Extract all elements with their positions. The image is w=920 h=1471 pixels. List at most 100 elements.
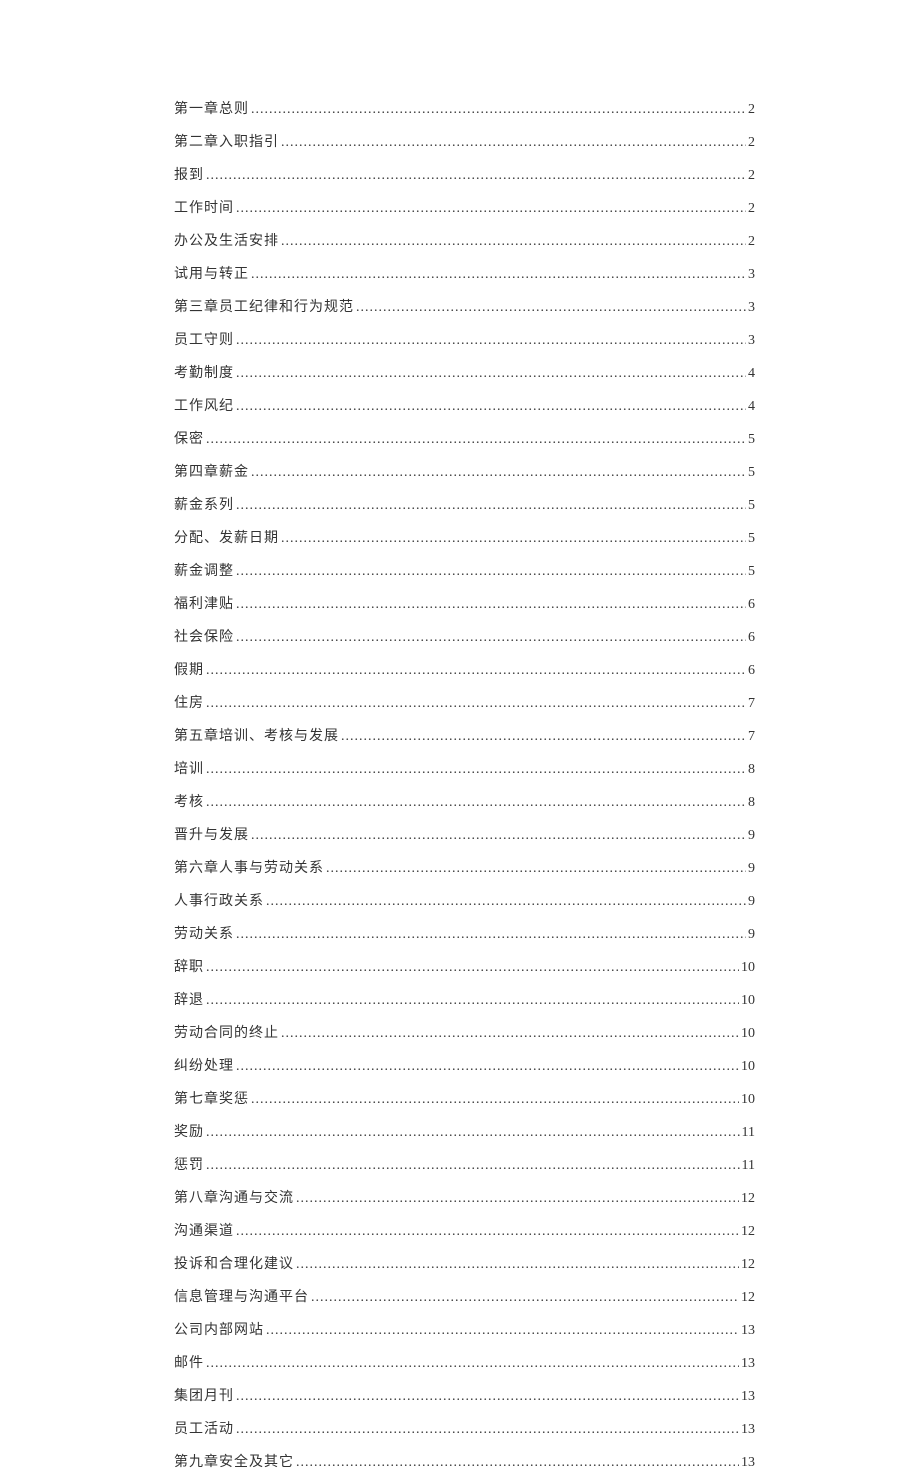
toc-entry-page: 6 <box>748 663 755 679</box>
toc-entry-page: 9 <box>748 894 755 910</box>
toc-entry-title: 工作时间 <box>174 197 234 217</box>
toc-entry: 工作风纪4 <box>174 395 755 415</box>
toc-entry: 培训8 <box>174 758 755 778</box>
toc-dot-leader <box>236 1389 739 1405</box>
toc-entry: 邮件13 <box>174 1352 755 1372</box>
toc-dot-leader <box>281 1026 739 1042</box>
toc-entry: 办公及生活安排2 <box>174 230 755 250</box>
toc-dot-leader <box>341 729 746 745</box>
toc-dot-leader <box>206 1356 739 1372</box>
toc-entry-title: 住房 <box>174 692 204 712</box>
toc-dot-leader <box>296 1455 739 1471</box>
toc-dot-leader <box>206 696 746 712</box>
toc-dot-leader <box>251 465 746 481</box>
toc-dot-leader <box>311 1290 739 1306</box>
toc-entry-page: 13 <box>741 1356 755 1372</box>
toc-dot-leader <box>236 1224 739 1240</box>
toc-entry-page: 10 <box>741 1092 755 1108</box>
toc-entry-title: 试用与转正 <box>174 263 249 283</box>
toc-entry-page: 5 <box>748 498 755 514</box>
toc-dot-leader <box>236 597 746 613</box>
toc-entry: 人事行政关系9 <box>174 890 755 910</box>
toc-entry: 辞职 10 <box>174 956 755 976</box>
toc-entry-title: 辞职 <box>174 956 204 976</box>
toc-entry: 第二章入职指引2 <box>174 131 755 151</box>
toc-entry-title: 辞退 <box>174 989 204 1009</box>
toc-entry-page: 13 <box>741 1389 755 1405</box>
toc-entry-title: 考勤制度 <box>174 362 234 382</box>
toc-entry-title: 信息管理与沟通平台 <box>174 1286 309 1306</box>
toc-entry-page: 12 <box>741 1257 755 1273</box>
toc-entry-page: 13 <box>741 1455 755 1471</box>
toc-entry-title: 办公及生活安排 <box>174 230 279 250</box>
toc-entry-page: 10 <box>741 960 755 976</box>
toc-dot-leader <box>296 1191 739 1207</box>
toc-entry: 住房7 <box>174 692 755 712</box>
toc-entry: 沟通渠道12 <box>174 1220 755 1240</box>
toc-entry: 假期6 <box>174 659 755 679</box>
toc-entry-title: 第八章沟通与交流 <box>174 1187 294 1207</box>
toc-dot-leader <box>281 234 746 250</box>
toc-entry: 第七章奖惩 10 <box>174 1088 755 1108</box>
toc-dot-leader <box>251 267 746 283</box>
toc-dot-leader <box>236 333 746 349</box>
toc-entry: 第一章总则 2 <box>174 98 755 118</box>
toc-entry-title: 第四章薪金 <box>174 461 249 481</box>
toc-entry: 投诉和合理化建议 12 <box>174 1253 755 1273</box>
toc-entry-page: 11 <box>742 1158 755 1174</box>
toc-entry: 信息管理与沟通平台12 <box>174 1286 755 1306</box>
toc-entry: 劳动合同的终止 10 <box>174 1022 755 1042</box>
toc-entry: 薪金系列5 <box>174 494 755 514</box>
toc-entry: 薪金调整5 <box>174 560 755 580</box>
toc-entry: 福利津贴6 <box>174 593 755 613</box>
toc-dot-leader <box>296 1257 739 1273</box>
toc-dot-leader <box>206 762 746 778</box>
toc-entry-title: 考核 <box>174 791 204 811</box>
toc-dot-leader <box>281 135 746 151</box>
toc-entry-title: 第五章培训、考核与发展 <box>174 725 339 745</box>
toc-entry-page: 9 <box>748 927 755 943</box>
toc-entry: 第四章薪金 5 <box>174 461 755 481</box>
toc-entry: 第五章培训、考核与发展7 <box>174 725 755 745</box>
toc-entry: 考核 8 <box>174 791 755 811</box>
toc-entry-title: 第二章入职指引 <box>174 131 279 151</box>
toc-entry-page: 11 <box>742 1125 755 1141</box>
toc-entry-title: 第九章安全及其它 <box>174 1451 294 1471</box>
toc-entry-page: 6 <box>748 597 755 613</box>
toc-entry: 试用与转正 3 <box>174 263 755 283</box>
toc-entry-page: 8 <box>748 795 755 811</box>
toc-dot-leader <box>236 366 746 382</box>
toc-entry-title: 第三章员工纪律和行为规范 <box>174 296 354 316</box>
toc-entry: 第九章安全及其它 13 <box>174 1451 755 1471</box>
toc-entry: 奖励11 <box>174 1121 755 1141</box>
toc-dot-leader <box>236 1059 739 1075</box>
toc-entry-title: 投诉和合理化建议 <box>174 1253 294 1273</box>
toc-dot-leader <box>206 1125 740 1141</box>
toc-entry: 集团月刊13 <box>174 1385 755 1405</box>
toc-dot-leader <box>206 960 739 976</box>
toc-entry: 晋升与发展9 <box>174 824 755 844</box>
toc-entry: 第八章沟通与交流12 <box>174 1187 755 1207</box>
toc-entry-title: 沟通渠道 <box>174 1220 234 1240</box>
toc-entry-page: 5 <box>748 465 755 481</box>
toc-entry: 惩罚11 <box>174 1154 755 1174</box>
toc-entry-title: 薪金调整 <box>174 560 234 580</box>
toc-entry: 员工活动13 <box>174 1418 755 1438</box>
toc-entry: 考勤制度4 <box>174 362 755 382</box>
toc-entry: 员工守则3 <box>174 329 755 349</box>
toc-entry-title: 纠纷处理 <box>174 1055 234 1075</box>
toc-entry: 纠纷处理10 <box>174 1055 755 1075</box>
toc-dot-leader <box>236 498 746 514</box>
toc-entry-page: 10 <box>741 1026 755 1042</box>
toc-entry-title: 第七章奖惩 <box>174 1088 249 1108</box>
toc-entry-page: 3 <box>748 267 755 283</box>
toc-entry: 公司内部网站13 <box>174 1319 755 1339</box>
toc-entry: 辞退10 <box>174 989 755 1009</box>
toc-entry-page: 13 <box>741 1422 755 1438</box>
toc-entry-page: 2 <box>748 102 755 118</box>
toc-dot-leader <box>236 201 746 217</box>
toc-dot-leader <box>251 102 746 118</box>
toc-entry-title: 第一章总则 <box>174 98 249 118</box>
toc-entry: 工作时间2 <box>174 197 755 217</box>
toc-entry-title: 劳动合同的终止 <box>174 1022 279 1042</box>
